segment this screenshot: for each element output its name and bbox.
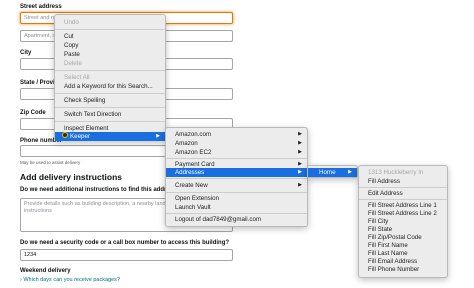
keeper-item-addresses[interactable]: Addresses ▶ xyxy=(166,168,307,177)
submenu-arrow-icon: ▶ xyxy=(298,169,302,175)
addresses-submenu: Home ▶ xyxy=(307,165,358,178)
keeper-item-create-new[interactable]: Create New ▶ xyxy=(166,181,307,190)
menu-item-paste[interactable]: Paste xyxy=(55,50,165,59)
menu-separator xyxy=(166,178,307,179)
menu-separator xyxy=(166,213,307,214)
menu-separator xyxy=(166,158,307,159)
menu-separator xyxy=(55,121,165,122)
submenu-arrow-icon: ▶ xyxy=(298,140,302,146)
keeper-item-amazon-com[interactable]: Amazon.com ▶ xyxy=(166,130,307,139)
submenu-arrow-icon: ▶ xyxy=(298,149,302,155)
keeper-item-launch-vault[interactable]: Launch Vault xyxy=(166,203,307,212)
submenu-arrow-icon: ▶ xyxy=(298,131,302,137)
home-address-submenu: 1313 Huckleberry In Fill Address Edit Ad… xyxy=(358,165,448,278)
delivery-instructions-title: Add delivery instructions xyxy=(20,172,123,182)
home-item-fill-address[interactable]: Fill Address xyxy=(359,177,447,186)
keeper-item-logout[interactable]: Logout of dad7849@gmail.com xyxy=(166,215,307,224)
keeper-item-open-extension[interactable]: Open Extension xyxy=(166,194,307,203)
street-address-label: Street address xyxy=(20,4,62,10)
menu-item-delete[interactable]: Delete xyxy=(55,59,165,68)
menu-item-switch-text-direction[interactable]: Switch Text Direction xyxy=(55,110,165,119)
home-item-fill-phone[interactable]: Fill Phone Number xyxy=(359,265,447,274)
menu-item-cut[interactable]: Cut xyxy=(55,32,165,41)
keeper-item-addresses-label: Addresses xyxy=(175,169,205,176)
zip-code-label: Zip Code xyxy=(20,110,46,116)
menu-item-undo[interactable]: Undo xyxy=(55,18,165,27)
keeper-item-create-new-label: Create New xyxy=(175,182,208,189)
keeper-item-amazon[interactable]: Amazon ▶ xyxy=(166,139,307,148)
menu-separator xyxy=(55,93,165,94)
keeper-item-amazon-ec2-label: Amazon EC2 xyxy=(175,149,212,156)
security-code-input[interactable]: 1234 xyxy=(20,249,233,261)
submenu-arrow-icon: ▶ xyxy=(156,133,160,139)
submenu-arrow-icon: ▶ xyxy=(298,182,302,188)
weekend-delivery-label: Weekend delivery xyxy=(20,268,71,274)
menu-separator xyxy=(55,29,165,30)
address-item-home[interactable]: Home ▶ xyxy=(308,168,357,177)
menu-item-check-spelling[interactable]: Check Spelling xyxy=(55,96,165,105)
home-address-title: 1313 Huckleberry In xyxy=(368,169,424,176)
weekend-days-link[interactable]: › Which days can you receive packages? xyxy=(20,277,120,283)
menu-separator xyxy=(359,187,447,188)
submenu-arrow-icon: ▶ xyxy=(348,169,352,175)
menu-item-keeper[interactable]: Keeper ▶ xyxy=(55,132,165,141)
menu-item-copy[interactable]: Copy xyxy=(55,41,165,50)
instructions-question: Do we need additional instructions to fi… xyxy=(20,187,181,193)
city-label: City xyxy=(20,50,32,56)
menu-item-select-all[interactable]: Select All xyxy=(55,73,165,82)
keeper-item-payment-card-label: Payment Card xyxy=(175,161,215,168)
keeper-logo-icon xyxy=(62,132,68,139)
context-menu: Undo Cut Copy Paste Delete Select All Ad… xyxy=(54,14,166,141)
keeper-submenu: Amazon.com ▶ Amazon ▶ Amazon EC2 ▶ Payme… xyxy=(165,127,308,227)
keeper-item-amazon-ec2[interactable]: Amazon EC2 ▶ xyxy=(166,148,307,157)
menu-item-add-keyword[interactable]: Add a Keyword for this Search... xyxy=(55,82,165,91)
keeper-item-amazon-label: Amazon xyxy=(175,140,198,147)
phone-hint: May be used to assist delivery xyxy=(20,160,81,165)
keeper-item-amazon-com-label: Amazon.com xyxy=(175,131,212,138)
address-item-home-label: Home xyxy=(319,169,336,176)
home-item-edit-address[interactable]: Edit Address xyxy=(359,189,447,198)
menu-separator xyxy=(166,192,307,193)
menu-separator xyxy=(359,199,447,200)
menu-item-keeper-label: Keeper xyxy=(70,133,90,140)
security-code-question: Do we need a security code or a call box… xyxy=(20,240,230,246)
menu-separator xyxy=(55,70,165,71)
menu-separator xyxy=(55,107,165,108)
